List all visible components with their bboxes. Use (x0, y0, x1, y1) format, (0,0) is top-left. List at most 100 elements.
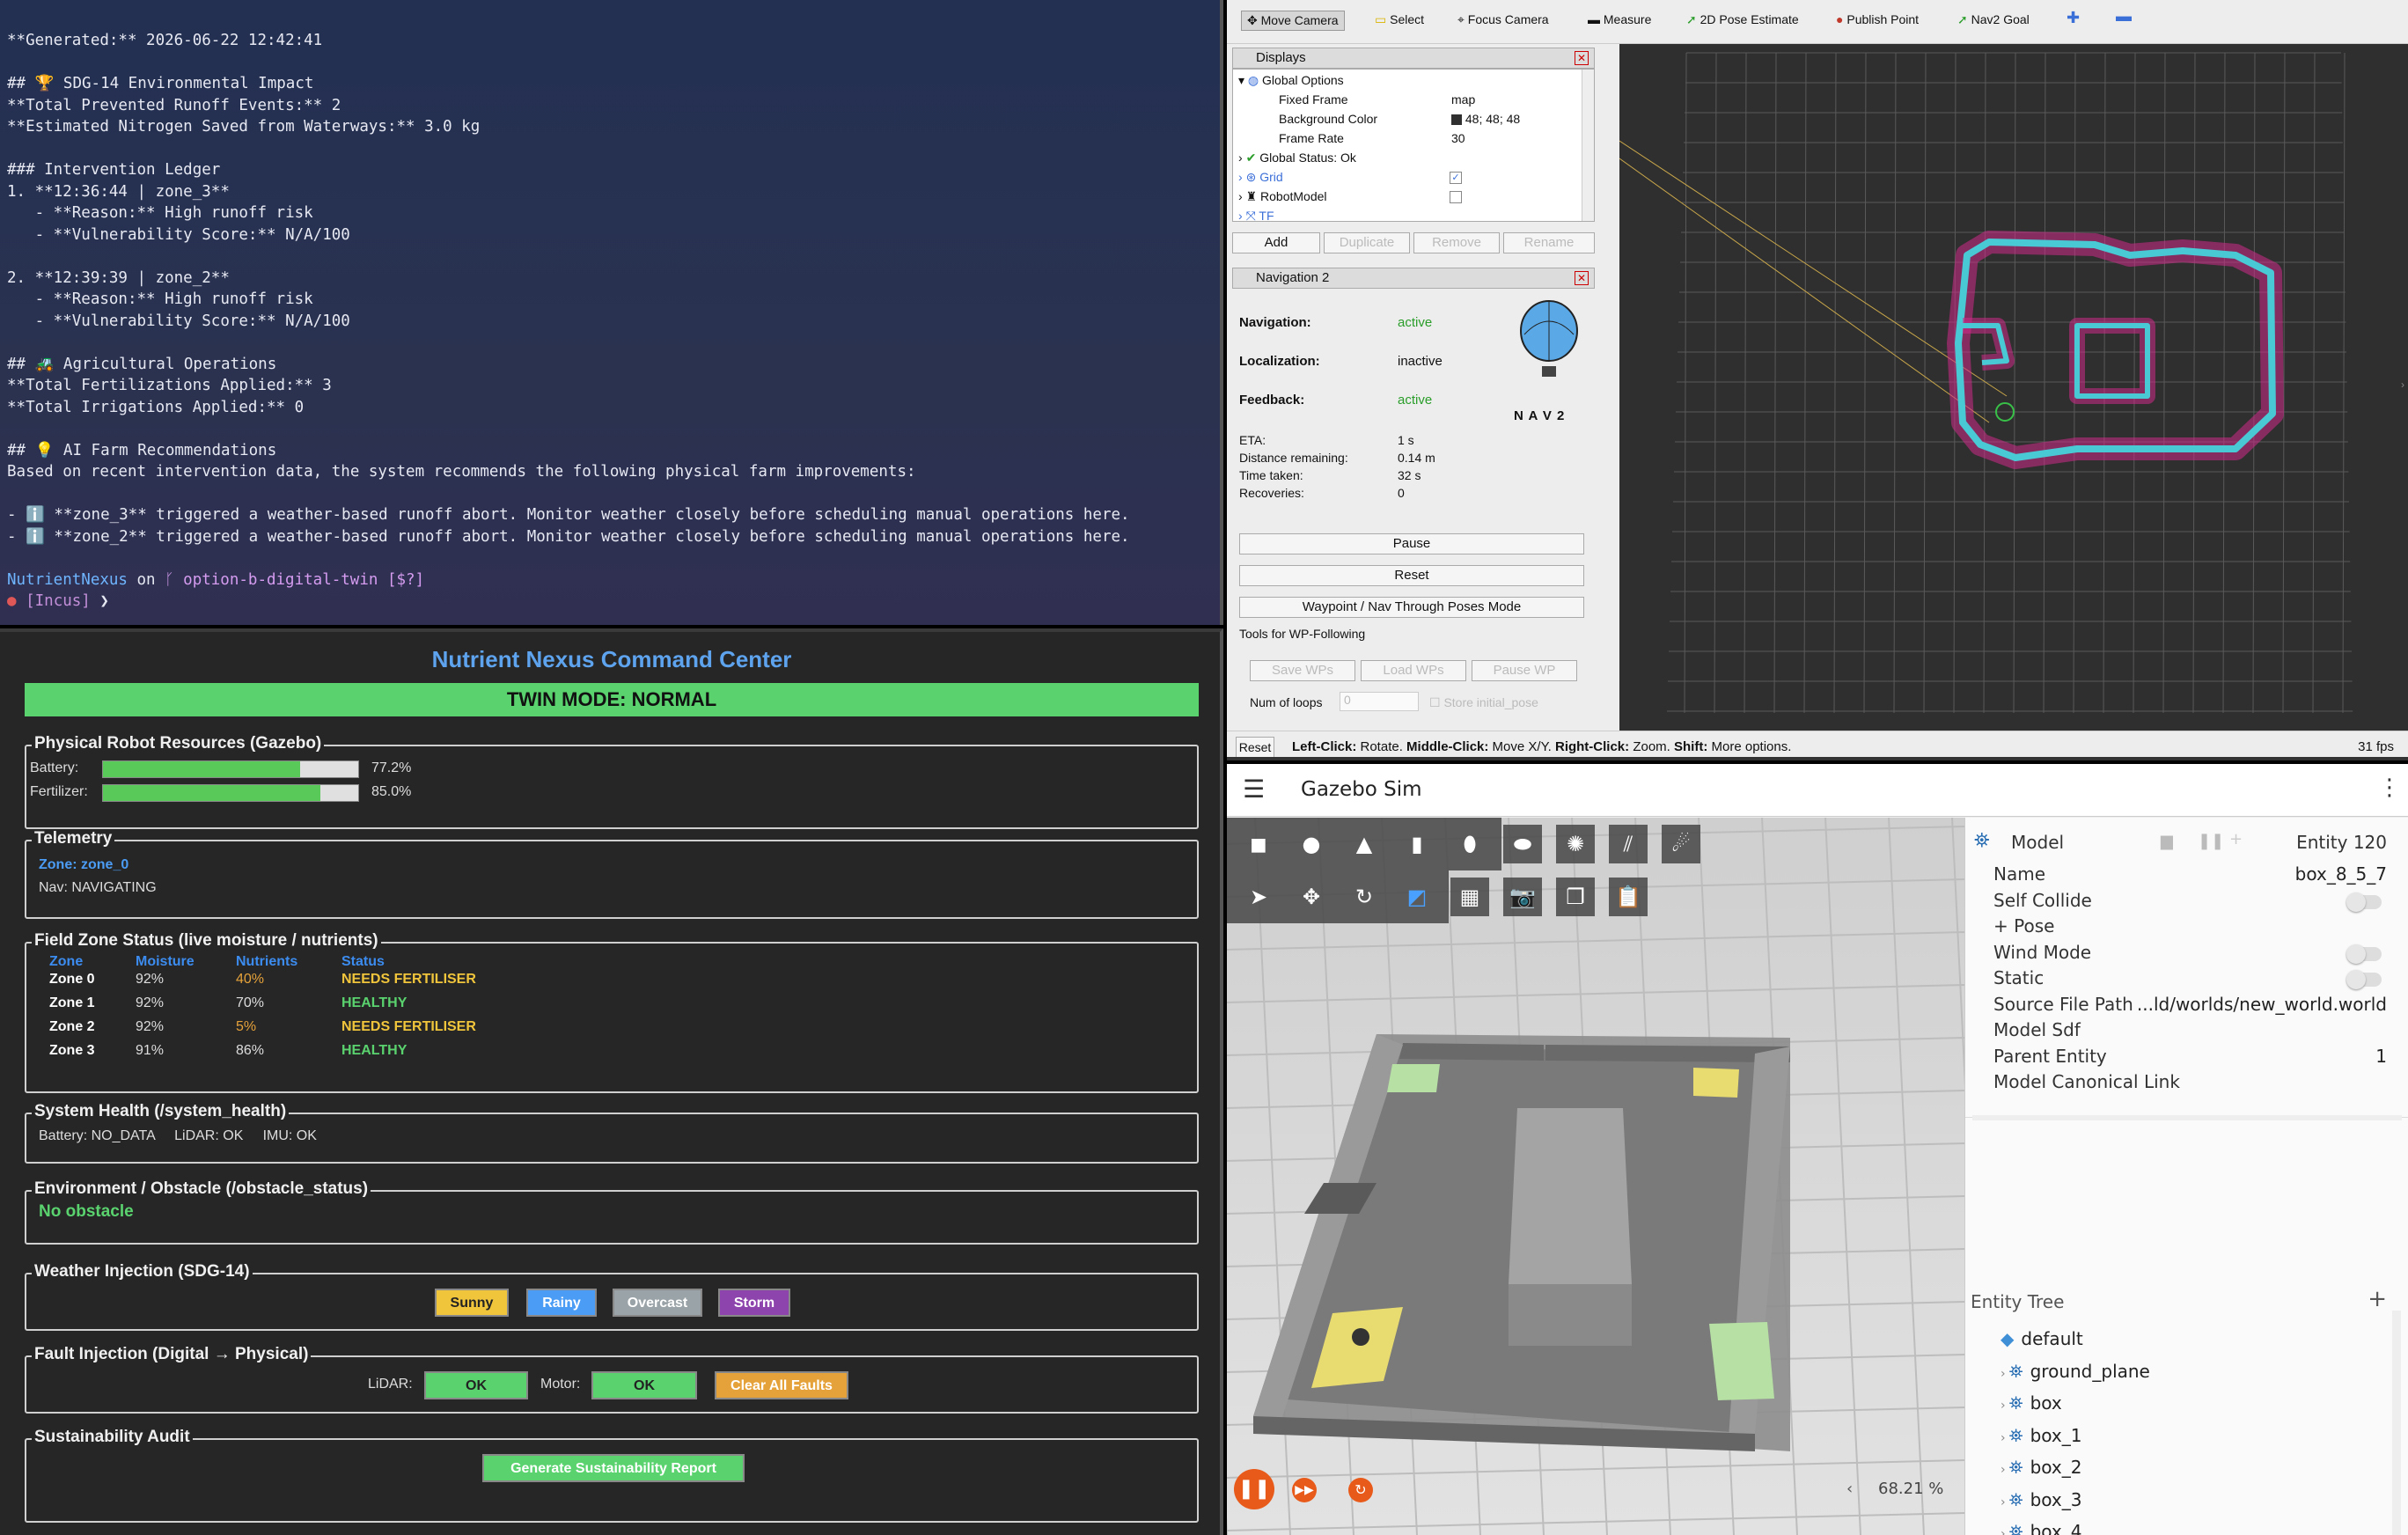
bg-color-value[interactable]: 48; 48; 48 (1451, 112, 1520, 126)
sun-light-icon[interactable]: ✺ (1556, 825, 1595, 863)
model-prop-label: Parent Entity (1993, 1045, 2107, 1067)
add-entity-icon[interactable]: + (2368, 1286, 2387, 1312)
motor-fault-button[interactable]: OK (591, 1371, 697, 1399)
remove-tool-icon[interactable]: ▬ (2116, 7, 2132, 26)
ellipsoid-shape-icon[interactable]: ⬬ (1503, 825, 1542, 863)
paste-icon[interactable]: 📋 (1609, 878, 1648, 916)
expand-chevron-icon[interactable]: › (2001, 1463, 2006, 1477)
select-arrow-icon[interactable]: ➤ (1239, 878, 1278, 916)
lock-icon[interactable]: ▆ (2161, 832, 2173, 850)
displays-scrollbar[interactable] (1582, 70, 1594, 221)
weather-storm-button[interactable]: Storm (718, 1289, 790, 1317)
load-wps-button[interactable]: Load WPs (1361, 660, 1466, 681)
tool-publish-point[interactable]: ● Publish Point (1836, 12, 1919, 26)
pause-simulation-icon[interactable]: ❚❚ (1234, 1469, 1274, 1509)
telemetry-group: Telemetry Zone: zone_0 Nav: NAVIGATING (25, 829, 1199, 919)
weather-overcast-button[interactable]: Overcast (613, 1289, 702, 1317)
entity-tree-item[interactable]: › ⛯ box_1 (2001, 1425, 2082, 1446)
field-zone-group: Field Zone Status (live moisture / nutri… (25, 931, 1199, 1093)
robot-model-item[interactable]: › ♜ RobotModel (1238, 189, 1327, 204)
hamburger-menu-icon[interactable]: ☰ (1243, 775, 1265, 804)
sphere-shape-icon[interactable]: ● (1292, 825, 1331, 863)
model-prop-toggle[interactable] (2346, 892, 2382, 912)
copy-icon[interactable]: ❐ (1556, 878, 1595, 916)
grid-item[interactable]: › ⊛ Grid (1238, 170, 1283, 185)
terminal-line: **Total Fertilizations Applied:** 3 (7, 377, 332, 394)
generate-report-button[interactable]: Generate Sustainability Report (482, 1454, 745, 1482)
stats-collapse-icon[interactable]: ‹ (1846, 1480, 1853, 1498)
model-prop-toggle[interactable] (2346, 944, 2382, 964)
grid-snap-icon[interactable]: ▦ (1450, 878, 1489, 916)
rename-display-button[interactable]: Rename (1503, 232, 1595, 253)
rviz-3d-viewport[interactable]: › (1619, 44, 2408, 731)
pause-button[interactable]: Pause (1239, 533, 1584, 555)
expand-chevron-icon[interactable]: › (2001, 1399, 2006, 1413)
add-display-button[interactable]: Add (1232, 232, 1320, 253)
panel-splitter[interactable] (1972, 1115, 2402, 1120)
store-initial-checkbox[interactable]: ☐ Store initial_pose (1429, 695, 1538, 710)
grid-checkbox[interactable]: ✓ (1450, 172, 1462, 184)
frame-rate-value[interactable]: 30 (1451, 131, 1465, 145)
pause-icon[interactable]: ❚❚ (2198, 832, 2224, 850)
expand-chevron-icon[interactable]: › (2001, 1495, 2006, 1509)
global-status-item[interactable]: › ✔ Global Status: Ok (1238, 151, 1356, 165)
reset-button[interactable]: Reset (1239, 565, 1584, 586)
reset-simulation-icon[interactable]: ↻ (1348, 1478, 1373, 1502)
expand-chevron-icon[interactable]: › (2001, 1431, 2006, 1445)
box-shape-icon[interactable]: ◼ (1239, 825, 1278, 863)
cylinder-shape-icon[interactable]: ▮ (1398, 825, 1436, 863)
step-forward-icon[interactable]: ▶▶ (1292, 1478, 1317, 1502)
translate-icon[interactable]: ✥ (1292, 878, 1331, 916)
tool-select[interactable]: ▭ Select (1375, 12, 1424, 27)
entity-tree-item[interactable]: › ⛯ box_3 (2001, 1489, 2082, 1510)
robot-model-checkbox[interactable] (1450, 191, 1462, 203)
save-wps-button[interactable]: Save WPs (1250, 660, 1355, 681)
battery-value: 77.2% (371, 760, 412, 775)
capsule-shape-icon[interactable]: ⬮ (1450, 825, 1489, 863)
screenshot-camera-icon[interactable]: 📷 (1503, 878, 1542, 916)
eta-label: ETA: (1239, 433, 1266, 447)
viewport-collapse-icon[interactable]: › (2401, 378, 2408, 393)
add-tool-icon[interactable]: ✚ (2067, 9, 2080, 27)
close-icon[interactable]: ✕ (1575, 51, 1589, 65)
num-loops-input[interactable]: 0 (1340, 692, 1419, 711)
fixed-frame-value[interactable]: map (1451, 92, 1475, 106)
weather-rainy-button[interactable]: Rainy (526, 1289, 597, 1317)
status-reset-button[interactable]: Reset (1236, 737, 1274, 757)
entity-tree-item[interactable]: › ⛯ box_4 (2001, 1521, 2082, 1535)
entity-tree-item[interactable]: ◆ default (2001, 1328, 2083, 1349)
tool-2d-pose[interactable]: ➚ 2D Pose Estimate (1686, 12, 1799, 27)
pause-wp-button[interactable]: Pause WP (1472, 660, 1577, 681)
entity-tree-item[interactable]: › ⛯ box_2 (2001, 1457, 2082, 1478)
remove-display-button[interactable]: Remove (1413, 232, 1500, 253)
tf-item[interactable]: › ⤧ TF (1238, 209, 1274, 221)
transform-control-icon[interactable]: ◩ (1398, 878, 1436, 916)
model-prop-toggle[interactable] (2346, 970, 2382, 989)
global-options-item[interactable]: ▾ ◍ Global Options (1238, 73, 1344, 88)
tool-focus-camera[interactable]: ⌖ Focus Camera (1457, 12, 1549, 27)
cone-shape-icon[interactable]: ▲ (1345, 825, 1384, 863)
clear-faults-button[interactable]: Clear All Faults (715, 1371, 848, 1399)
entity-tree-item[interactable]: › ⛯ ground_plane (2001, 1361, 2150, 1382)
gazebo-3d-scene[interactable]: ◼ ● ▲ ▮ ⬮ ⬬ ✺ ⫽ ☄ ➤ ✥ ↻ ◩ ▦ 📷 ❐ 📋 ❚❚ ▶▶ … (1227, 818, 1964, 1535)
close-icon[interactable]: ✕ (1575, 271, 1589, 285)
plus-icon[interactable]: + (2229, 830, 2243, 848)
weather-sunny-button[interactable]: Sunny (435, 1289, 509, 1317)
terminal-window[interactable]: **Generated:** 2026-06-22 12:42:41 ## 🏆 S… (0, 0, 1223, 625)
entity-tree-item[interactable]: › ⛯ box (2001, 1392, 2062, 1414)
lidar-fault-button[interactable]: OK (424, 1371, 528, 1399)
entity-tree-scrollbar[interactable] (2392, 1311, 2401, 1535)
duplicate-display-button[interactable]: Duplicate (1324, 232, 1410, 253)
rotate-icon[interactable]: ↻ (1345, 878, 1384, 916)
tool-measure[interactable]: ▬ Measure (1588, 12, 1651, 26)
expand-chevron-icon[interactable]: › (2001, 1367, 2006, 1381)
zone-row-moisture: 92% (136, 972, 165, 987)
more-options-icon[interactable]: ⋮ (2378, 775, 2401, 801)
tool-move-camera[interactable]: ✥ Move Camera (1241, 11, 1345, 31)
spot-light-icon[interactable]: ☄ (1662, 825, 1700, 863)
directional-light-icon[interactable]: ⫽ (1609, 825, 1648, 863)
expand-chevron-icon[interactable]: › (2001, 1527, 2006, 1535)
displays-panel-header: Displays ✕ (1232, 48, 1595, 69)
tool-nav2-goal[interactable]: ➚ Nav2 Goal (1957, 12, 2030, 27)
waypoint-mode-button[interactable]: Waypoint / Nav Through Poses Mode (1239, 597, 1584, 618)
